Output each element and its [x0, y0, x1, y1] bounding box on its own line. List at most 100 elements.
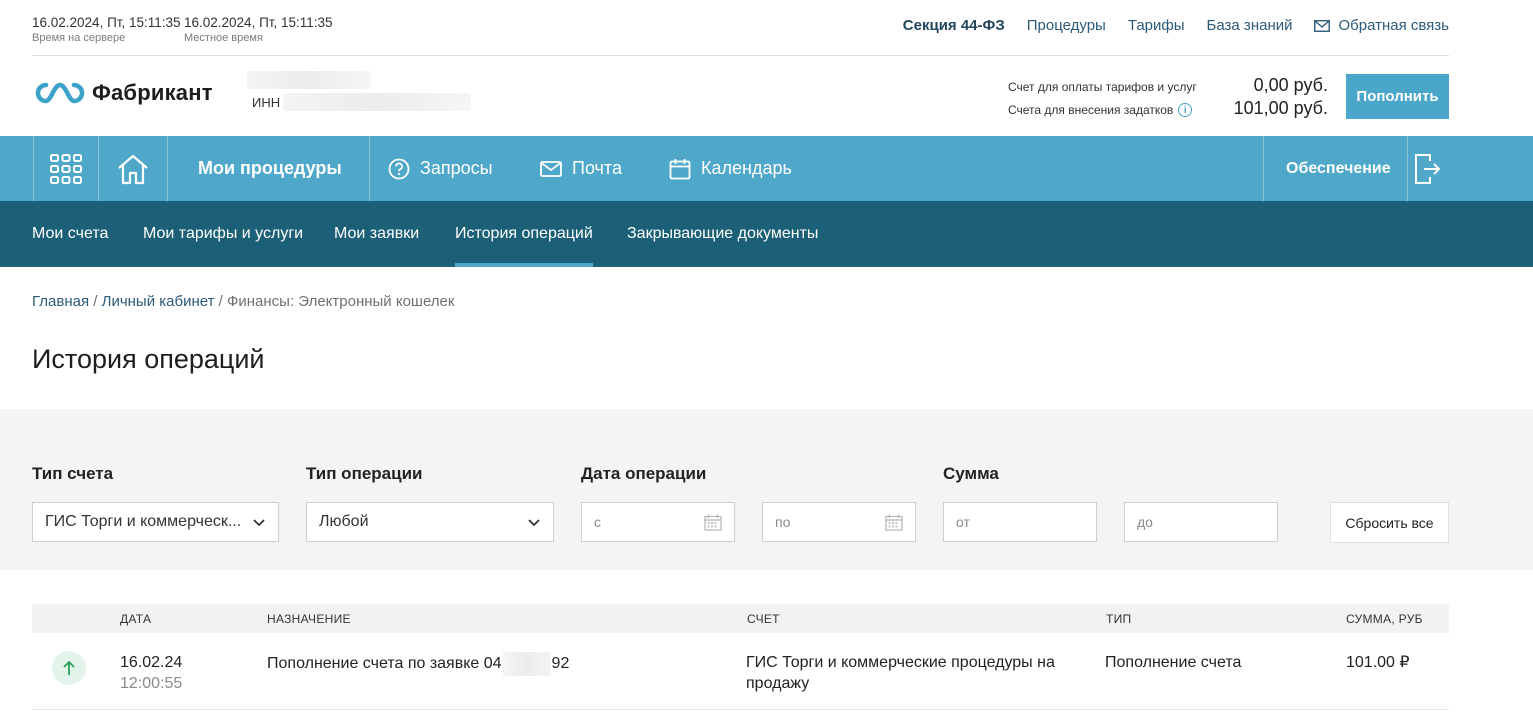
date-to-input[interactable]: по [762, 502, 916, 542]
operation-amount: 101.00 ₽ [1346, 654, 1410, 671]
topup-button[interactable]: Пополнить [1346, 74, 1449, 119]
reset-filters-button[interactable]: Сбросить все [1330, 502, 1449, 543]
breadcrumb: Главная / Личный кабинет / Финансы: Элек… [32, 293, 454, 310]
logout-button[interactable] [1408, 136, 1448, 201]
column-header-purpose[interactable]: НАЗНАЧЕНИЕ [267, 612, 351, 626]
calendar-icon [669, 158, 691, 179]
my-procedures-link[interactable]: Мои процедуры [198, 136, 342, 201]
feedback-label: Обратная связь [1338, 17, 1449, 34]
chevron-down-icon [528, 519, 540, 527]
operation-type-select[interactable]: Любой [306, 502, 554, 542]
inn-label: ИНН [252, 95, 281, 110]
logo[interactable]: Фабрикант [32, 80, 213, 106]
deposit-account-row: Счета для внесения задатков i 101,00 руб… [1008, 98, 1328, 121]
local-time: 16.02.2024, Пт, 15:11:35 Местное время [184, 15, 333, 44]
calendar-icon[interactable] [704, 514, 722, 531]
breadcrumb-separator: / [89, 293, 102, 310]
breadcrumb-cabinet[interactable]: Личный кабинет [102, 293, 215, 310]
envelope-icon [540, 160, 562, 177]
company-name-redacted [247, 71, 371, 89]
sub-nav-operations-history[interactable]: История операций [455, 201, 593, 267]
feedback-link[interactable]: Обратная связь [1314, 17, 1449, 34]
filter-panel: Тип счета ГИС Торги и коммерческ... Тип … [0, 409, 1533, 570]
apps-menu-button[interactable] [34, 136, 98, 201]
server-time-label: Время на сервере [32, 32, 126, 44]
top-links: Секция 44-ФЗ Процедуры Тарифы База знани… [903, 17, 1449, 34]
calendar-icon[interactable] [885, 514, 903, 531]
date-from-input[interactable]: с [581, 502, 735, 542]
account-balances: Счет для оплаты тарифов и услуг 0,00 руб… [1008, 75, 1328, 121]
amount-to-placeholder: до [1137, 514, 1153, 530]
column-header-account[interactable]: СЧЕТ [747, 612, 780, 626]
grid-icon [50, 153, 82, 184]
operation-account: ГИС Торги и коммерческие процедуры на пр… [746, 654, 1055, 692]
account-type-label: Тип счета [32, 464, 114, 483]
sub-nav: Мои счета Мои тарифы и услуги Мои заявки… [0, 201, 1533, 267]
incoming-arrow-icon [52, 651, 86, 685]
breadcrumb-home[interactable]: Главная [32, 293, 89, 310]
purpose-prefix: Пополнение счета по заявке 04 [267, 655, 502, 673]
calendar-label: Календарь [701, 158, 792, 178]
operation-type-label: Тип операции [306, 464, 423, 483]
nav-divider [369, 136, 370, 201]
account-type-value: ГИС Торги и коммерческ... [45, 513, 242, 530]
date-to-placeholder: по [775, 514, 791, 530]
envelope-icon [1314, 19, 1331, 32]
inn-value-redacted [283, 93, 471, 111]
calendar-link[interactable]: Календарь [669, 136, 792, 201]
date-from-placeholder: с [594, 514, 601, 530]
mail-link[interactable]: Почта [540, 136, 622, 201]
logo-text: Фабрикант [92, 80, 213, 105]
server-time: 16.02.2024, Пт, 15:11:35 Время на сервер… [32, 15, 181, 44]
operation-date-label: Дата операции [581, 464, 707, 483]
sub-nav-closing-documents[interactable]: Закрывающие документы [627, 201, 818, 267]
procedures-link[interactable]: Процедуры [1027, 17, 1106, 34]
top-bar: 16.02.2024, Пт, 15:11:35 Время на сервер… [32, 0, 1449, 56]
amount-from-placeholder: от [956, 514, 970, 530]
question-circle-icon [388, 158, 410, 179]
nav-divider [167, 136, 168, 201]
sub-nav-my-accounts[interactable]: Мои счета [32, 201, 108, 267]
operation-time-value: 12:00:55 [120, 675, 183, 692]
operation-type-value: Любой [319, 513, 369, 530]
requests-link[interactable]: Запросы [388, 136, 493, 201]
chevron-down-icon [253, 519, 265, 527]
account-type-select[interactable]: ГИС Торги и коммерческ... [32, 502, 279, 542]
fabrikant-logo-icon [35, 82, 85, 104]
column-header-amount[interactable]: СУММА, РУБ [1346, 612, 1423, 626]
knowledge-base-link[interactable]: База знаний [1207, 17, 1293, 34]
table-row[interactable]: 16.02.24 12:00:55 Пополнение счета по за… [32, 633, 1449, 710]
deposit-account-label-wrap: Счета для внесения задатков i [1008, 103, 1193, 117]
local-time-label: Местное время [184, 32, 263, 44]
column-header-type[interactable]: ТИП [1106, 612, 1131, 626]
section-44fz-link[interactable]: Секция 44-ФЗ [903, 17, 1005, 34]
main-nav: Мои процедуры Запросы Почта Календарь Об… [0, 136, 1533, 201]
operation-type: Пополнение счета [1105, 654, 1242, 671]
deposit-account-value: 101,00 руб. [1233, 98, 1328, 118]
home-icon [118, 154, 148, 184]
amount-from-input[interactable]: от [943, 502, 1097, 542]
tariff-account-label: Счет для оплаты тарифов и услуг [1008, 80, 1197, 94]
info-icon[interactable]: i [1178, 103, 1193, 117]
home-button[interactable] [99, 136, 167, 201]
table-header: ДАТА НАЗНАЧЕНИЕ СЧЕТ ТИП СУММА, РУБ [32, 604, 1449, 633]
amount-label: Сумма [943, 464, 999, 483]
sub-nav-my-applications[interactable]: Мои заявки [334, 201, 419, 267]
security-link[interactable]: Обеспечение [1286, 136, 1391, 201]
server-time-value: 16.02.2024, Пт, 15:11:35 [32, 15, 181, 30]
redacted-application-number [502, 652, 551, 676]
operation-date-value: 16.02.24 [120, 654, 183, 671]
local-time-value: 16.02.2024, Пт, 15:11:35 [184, 15, 333, 30]
tariffs-link[interactable]: Тарифы [1128, 17, 1185, 34]
sub-nav-my-tariffs[interactable]: Мои тарифы и услуги [143, 201, 303, 267]
purpose-suffix: 92 [551, 655, 570, 673]
page-title: История операций [32, 344, 265, 374]
column-header-date[interactable]: ДАТА [120, 612, 151, 626]
mail-label: Почта [572, 158, 622, 178]
sub-nav-operations-history-label: История операций [455, 225, 593, 242]
amount-to-input[interactable]: до [1124, 502, 1278, 542]
logout-icon [1415, 153, 1441, 184]
operation-purpose: Пополнение счета по заявке 04 92 [267, 652, 569, 676]
tariff-account-value: 0,00 руб. [1253, 75, 1328, 95]
nav-divider [1263, 136, 1264, 201]
